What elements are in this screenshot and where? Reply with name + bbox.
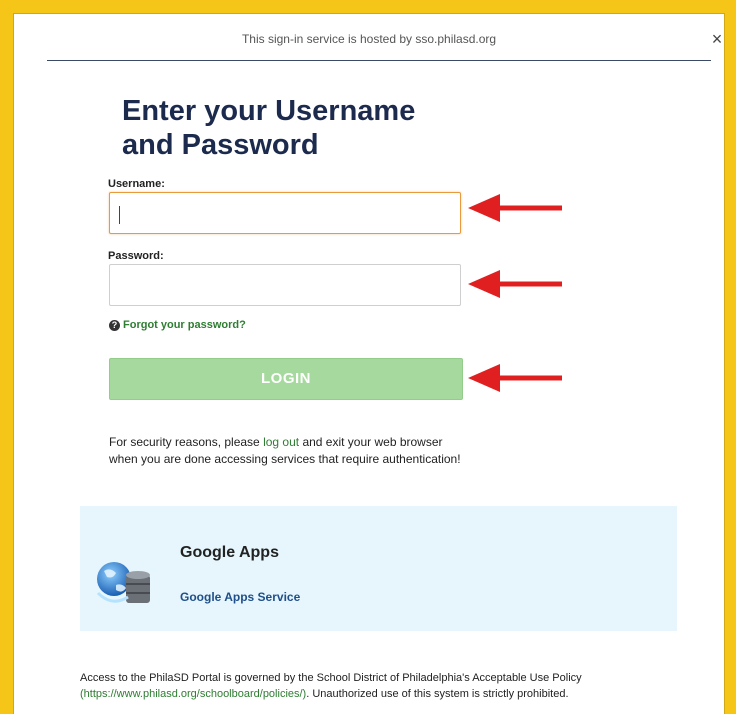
username-label: Username: [108,178,165,190]
globe-database-icon [96,562,150,603]
policy-line-2: (https://www.philasd.org/schoolboard/pol… [80,686,700,702]
policy-line-2-text: . Unauthorized use of this system is str… [306,688,569,700]
google-apps-panel: Google Apps Google Apps Service [80,506,677,631]
page-title-line-1: Enter your Username [122,95,416,127]
password-label: Password: [108,250,164,262]
google-apps-title: Google Apps [180,544,279,561]
help-icon: ? [109,319,120,331]
security-note: For security reasons, please log out and… [109,434,469,468]
policy-url-link[interactable]: (https://www.philasd.org/schoolboard/pol… [80,688,306,700]
google-apps-service-link[interactable]: Google Apps Service [180,590,300,604]
logout-link[interactable]: log out [263,435,299,449]
policy-line-1: Access to the PhilaSD Portal is governed… [80,672,582,684]
dialog-header: This sign-in service is hosted by sso.ph… [14,14,724,64]
forgot-password-link[interactable]: Forgot your password? [123,319,246,331]
header-divider [47,60,711,61]
annotation-arrow-icon [468,194,562,222]
forgot-password: ? Forgot your password? [109,319,246,331]
page-title-line-2: and Password [122,129,319,161]
close-button[interactable]: × [707,29,727,49]
password-input[interactable] [109,264,461,306]
page-title: Enter your Username and Password [122,94,482,162]
host-note: This sign-in service is hosted by sso.ph… [241,32,497,46]
annotation-arrow-icon [468,364,562,392]
security-note-text-1: For security reasons, please [109,435,264,449]
username-input[interactable] [109,192,461,234]
acceptable-use-policy: Access to the PhilaSD Portal is governed… [80,670,700,702]
annotation-arrow-icon [468,270,562,298]
login-button[interactable]: LOGIN [109,358,463,400]
text-caret [119,206,120,224]
signin-dialog: This sign-in service is hosted by sso.ph… [14,14,724,714]
